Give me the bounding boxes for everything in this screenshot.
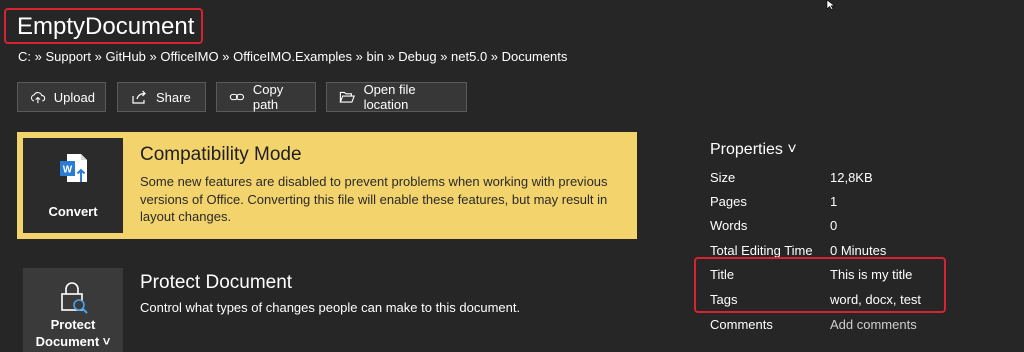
open-file-location-button[interactable]: Open file location	[326, 82, 467, 112]
protect-document-button[interactable]: Protect Document ˅	[23, 268, 123, 352]
convert-button-label: Convert	[48, 204, 98, 219]
cloud-upload-icon	[30, 92, 46, 104]
property-value-comments[interactable]: Add comments	[830, 317, 917, 332]
share-icon	[132, 90, 146, 104]
share-button-label: Share	[156, 89, 191, 105]
property-label-pages: Pages	[710, 194, 747, 209]
upload-button[interactable]: Upload	[17, 82, 106, 112]
property-label-size: Size	[710, 170, 736, 185]
protect-label-line1: Protect	[50, 317, 96, 332]
mouse-cursor-icon	[826, 0, 836, 10]
svg-text:W: W	[63, 165, 73, 176]
folder-open-icon	[339, 91, 355, 103]
property-label-comments: Comments	[710, 317, 773, 332]
lock-icon	[61, 282, 88, 314]
property-label-words: Words	[710, 218, 748, 233]
upload-button-label: Upload	[53, 89, 95, 105]
copy-path-button[interactable]: Copy path	[216, 82, 316, 112]
copy-path-button-label: Copy path	[252, 82, 284, 112]
property-label-editing-time: Total Editing Time	[710, 243, 813, 258]
protect-label-line2: Document ˅	[35, 334, 111, 349]
property-value-words: 0	[830, 218, 838, 233]
protect-document-button-label: Protect Document ˅	[23, 316, 123, 350]
compatibility-mode-title: Compatibility Mode	[140, 144, 302, 165]
convert-button[interactable]: W Convert	[23, 138, 123, 233]
compatibility-mode-description: Some new features are disabled to preven…	[140, 174, 608, 224]
protect-document-title: Protect Document	[140, 272, 293, 293]
protect-document-description: Control what types of changes people can…	[140, 300, 521, 315]
property-value-pages: 1	[830, 194, 838, 209]
share-button[interactable]: Share	[117, 82, 206, 112]
highlight-box-title	[4, 8, 203, 44]
word-document-convert-icon: W	[60, 154, 87, 182]
property-value-editing-time: 0 Minutes	[830, 243, 887, 258]
link-icon	[229, 93, 245, 101]
property-value-size: 12,8KB	[830, 170, 873, 185]
highlight-box-title-tags	[694, 257, 946, 313]
compatibility-mode-panel: W Convert Compatibility Mode Some new fe…	[17, 132, 637, 239]
open-file-location-button-label: Open file location	[363, 82, 416, 112]
properties-dropdown[interactable]: Properties ˅	[710, 141, 797, 159]
breadcrumb: C: » Support » GitHub » OfficeIMO » Offi…	[18, 49, 568, 64]
